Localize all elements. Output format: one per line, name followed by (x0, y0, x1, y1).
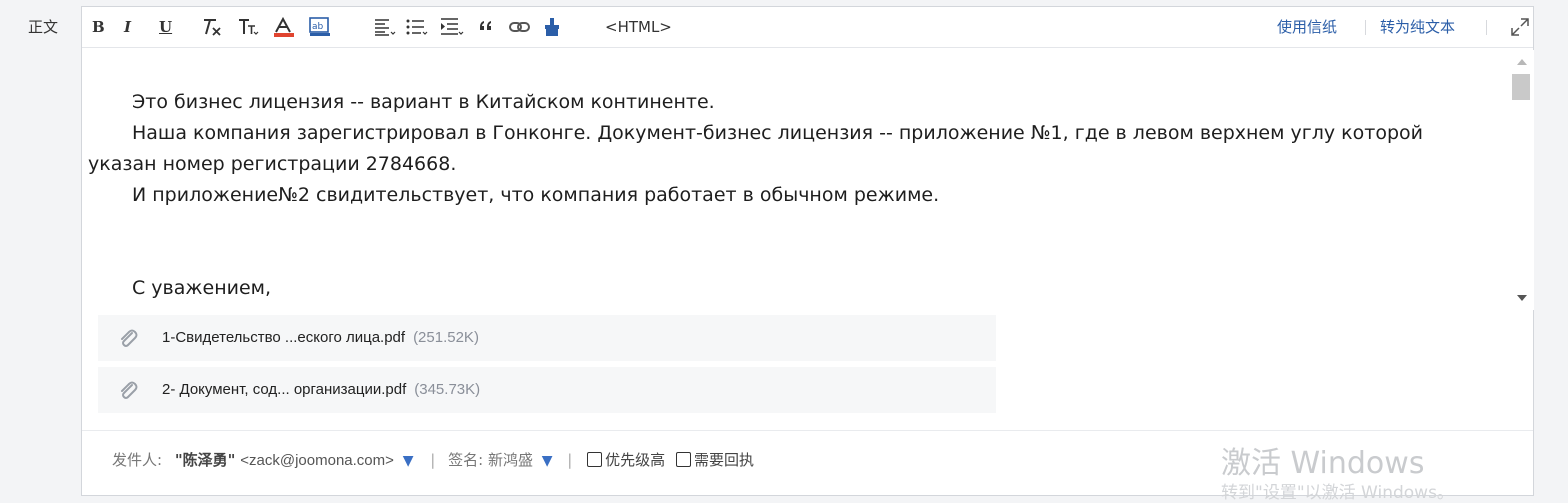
quote-icon (480, 21, 491, 30)
body-line (82, 242, 1506, 273)
signature-value: 新鸿盛 (487, 451, 533, 469)
signature-label: 签名: (448, 451, 484, 469)
attachment-name[interactable]: 2- Документ, сод... организации.pdf (162, 381, 406, 398)
scroll-up-arrow[interactable] (1517, 59, 1527, 65)
attachment-size: (345.73K) (414, 381, 481, 398)
body-line: Это бизнес лицензия -- вариант в Китайск… (132, 91, 715, 113)
paperclip-icon (121, 381, 138, 399)
sender-dropdown-icon[interactable]: ▼ (403, 453, 414, 469)
expand-icon (1511, 18, 1529, 36)
html-mode-button[interactable]: <HTML> (605, 7, 672, 47)
attachment-item[interactable]: 2- Документ, сод... организации.pdf (345.… (98, 367, 996, 413)
clear-format-icon (204, 19, 221, 36)
brush-icon (545, 18, 559, 36)
link-icon (509, 22, 530, 32)
attachment-name-wrap: 1-Свидетельство ...еского лица.pdf (251.5… (162, 315, 479, 361)
use-stationery-link[interactable]: 使用信纸 (1277, 7, 1337, 47)
align-left-icon (375, 19, 396, 36)
sender-name: "陈泽勇" (174, 451, 236, 469)
message-body[interactable]: Это бизнес лицензия -- вариант в Китайск… (82, 48, 1506, 310)
font-color-icon (274, 17, 294, 37)
scroll-down-arrow[interactable] (1517, 295, 1527, 301)
body-line (82, 211, 1506, 242)
paperclip-icon (121, 329, 138, 347)
receipt-label[interactable]: 需要回执 (694, 451, 754, 469)
format-painter-button[interactable] (543, 7, 561, 47)
list-button[interactable] (405, 7, 429, 47)
underline-button[interactable]: U (159, 7, 172, 47)
footer-divider: | (567, 451, 573, 469)
link-button[interactable] (509, 7, 531, 47)
attachment-name-wrap: 2- Документ, сод... организации.pdf (345.… (162, 367, 480, 413)
sender-label: 发件人: (112, 451, 163, 469)
svg-text:ab: ab (312, 22, 324, 32)
scroll-thumb[interactable] (1512, 74, 1530, 100)
body-line: И приложение№2 свидительствует, что комп… (132, 184, 940, 206)
body-line: С уважением, (132, 277, 272, 299)
receipt-checkbox[interactable] (675, 452, 691, 467)
font-size-icon (239, 19, 259, 35)
priority-label[interactable]: 优先级高 (605, 451, 665, 469)
toolbar-divider (1365, 20, 1366, 35)
toolbar-divider (1486, 20, 1487, 35)
list-icon (406, 19, 428, 35)
clear-format-button[interactable] (200, 7, 222, 47)
mail-editor: B I U ab <HTML> 使用信纸 转为纯文本 Это бизнес ли… (81, 6, 1534, 496)
font-size-button[interactable] (237, 7, 259, 47)
plain-text-link[interactable]: 转为纯文本 (1380, 7, 1455, 47)
bold-button[interactable]: B (92, 7, 105, 47)
attachment-size: (251.52K) (413, 329, 479, 346)
activation-watermark-sub: 转到"设置"以激活 Windows。 (1221, 483, 1454, 503)
background-color-icon: ab (309, 17, 330, 36)
quote-button[interactable] (478, 7, 494, 47)
editor-toolbar: B I U ab <HTML> 使用信纸 转为纯文本 (82, 7, 1533, 48)
priority-checkbox[interactable] (587, 452, 603, 467)
expand-button[interactable] (1510, 7, 1530, 47)
body-scrollbar[interactable] (1508, 50, 1534, 310)
footer-divider: | (430, 451, 436, 469)
font-color-button[interactable] (272, 7, 296, 47)
italic-button[interactable]: I (124, 7, 131, 47)
activation-watermark: 激活 Windows (1221, 446, 1425, 481)
background-color-button[interactable]: ab (308, 7, 332, 47)
align-button[interactable] (374, 7, 396, 47)
attachment-item[interactable]: 1-Свидетельство ...еского лица.pdf (251.5… (98, 315, 996, 361)
body-field-label: 正文 (28, 18, 59, 36)
attachment-name[interactable]: 1-Свидетельство ...еского лица.pdf (162, 329, 405, 346)
sender-email: <zack@joomona.com> (240, 452, 394, 469)
indent-button[interactable] (440, 7, 464, 47)
body-line: Наша компания зарегистрировал в Гонконге… (88, 122, 1423, 175)
indent-icon (441, 18, 464, 35)
signature-dropdown-icon[interactable]: ▼ (542, 453, 553, 469)
